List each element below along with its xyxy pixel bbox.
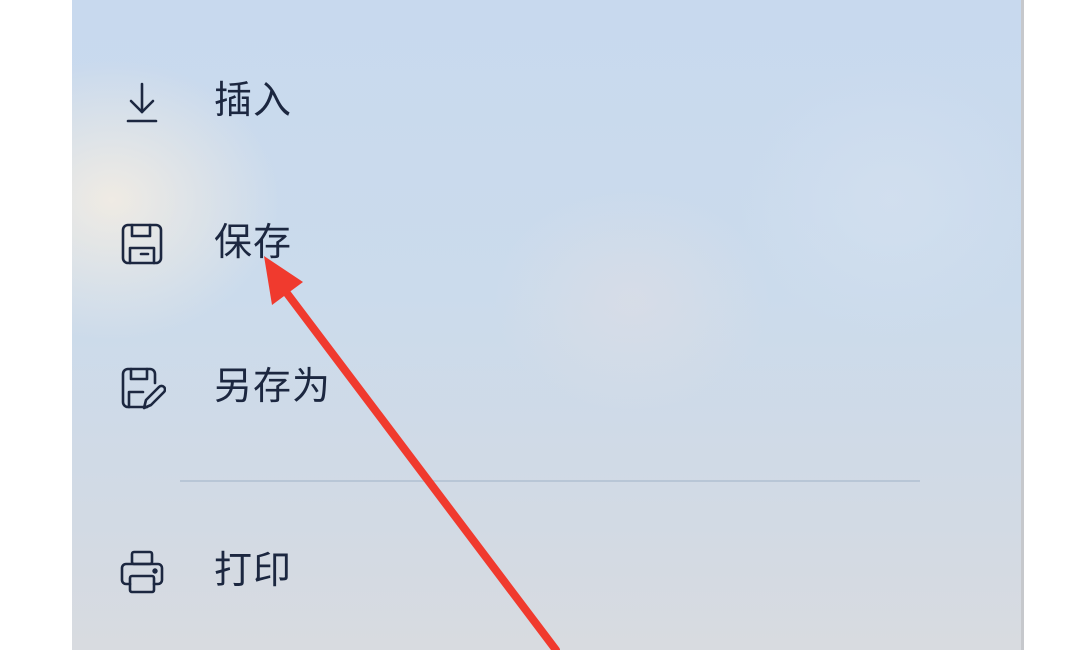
floppy-disk-pen-icon [118, 364, 166, 412]
arrow-down-to-line-icon [118, 78, 166, 126]
menu-item-insert[interactable]: 插入 [72, 60, 1021, 140]
menu-item-label: 插入 [214, 78, 293, 122]
floppy-disk-icon [118, 220, 166, 268]
menu-item-save[interactable]: 保存 [72, 202, 1021, 282]
screenshot-stage: 插入 保存 另存为 打印 [0, 0, 1088, 650]
menu-item-label: 另存为 [214, 364, 332, 408]
menu-item-print[interactable]: 打印 [72, 530, 1021, 610]
menu-item-save-as[interactable]: 另存为 [72, 346, 1021, 426]
menu-separator [180, 480, 920, 482]
left-margin [0, 0, 72, 650]
printer-icon [118, 548, 166, 596]
right-margin [1024, 0, 1088, 650]
menu-item-label: 保存 [214, 220, 293, 264]
menu-item-label: 打印 [214, 548, 293, 592]
